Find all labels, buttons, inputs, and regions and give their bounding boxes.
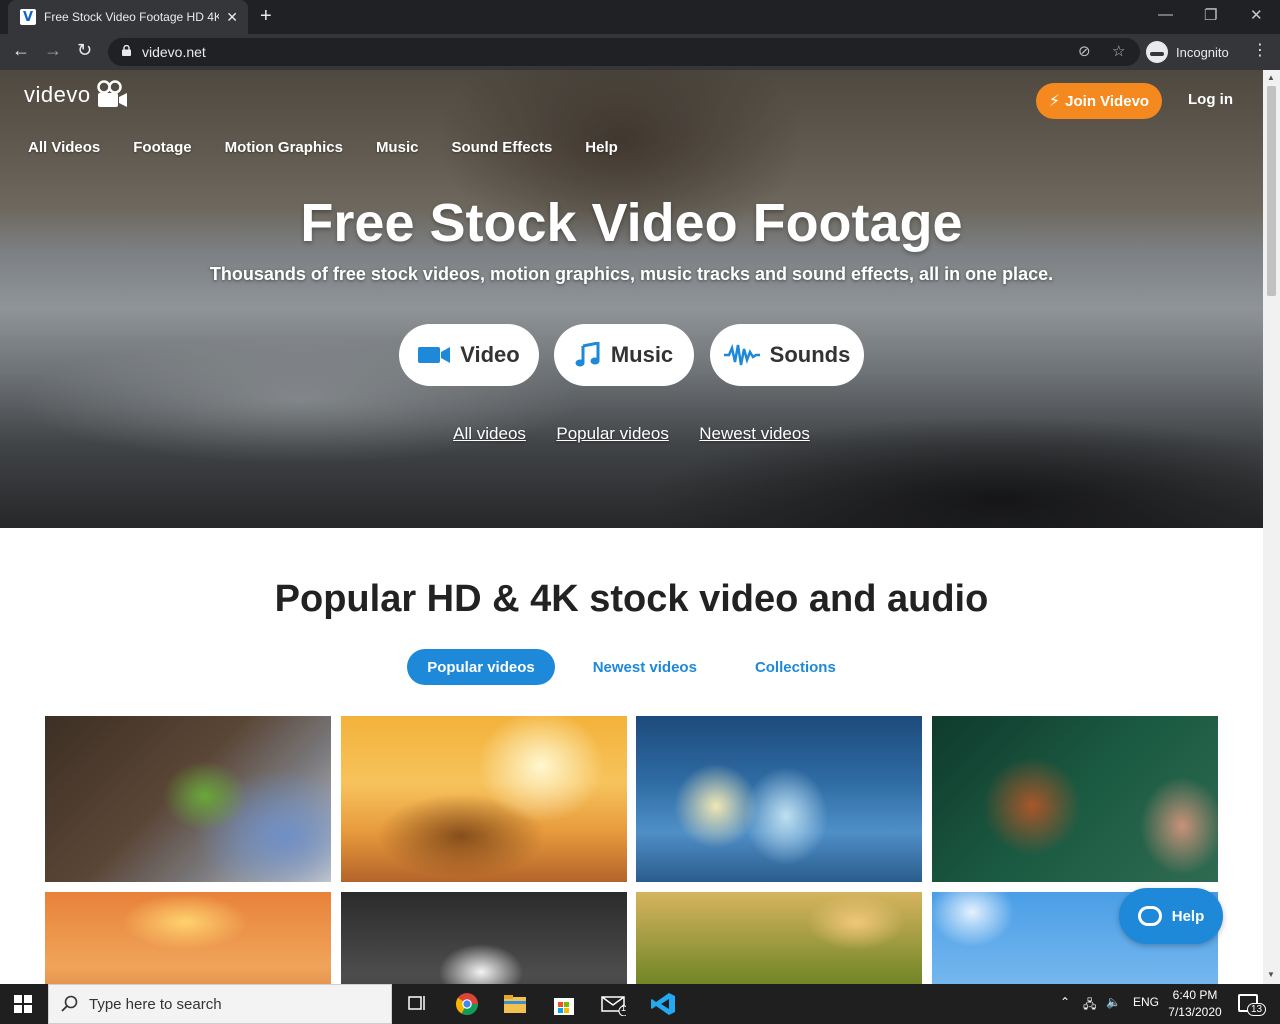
reload-icon[interactable]: ↻ [77,40,92,61]
notification-count: 13 [1247,1003,1267,1016]
page-viewport: videvo ⚡ Join Videvo Log in All Videos F… [0,70,1263,984]
video-category-label: Video [460,342,520,367]
popular-videos-link[interactable]: Popular videos [556,424,668,443]
volume-icon[interactable]: 🔈 [1106,995,1121,1009]
incognito-indicator[interactable]: Incognito [1146,40,1229,64]
windows-taskbar: Type here to search 1 ⌃ 🖧 🔈 ENG 6:40 PM … [0,984,1280,1024]
video-thumbnail-planting[interactable] [45,716,331,882]
tab-collections[interactable]: Collections [735,649,856,685]
video-thumbnail-tunnel[interactable] [341,892,627,984]
clock-time: 6:40 PM [1172,988,1218,1002]
lock-icon [122,45,131,56]
incognito-icon [1146,41,1168,63]
videvo-favicon-icon: V [20,9,36,25]
video-thumbnail-wine-pour[interactable] [636,892,922,984]
nav-item-help[interactable]: Help [585,139,618,156]
music-category-button[interactable]: Music [554,324,694,386]
search-icon [61,995,78,1012]
browser-toolbar: ← → ↻ videvo.net ⊘ ☆ Incognito ⋮ [0,34,1280,70]
taskbar-search-box[interactable]: Type here to search [48,984,392,1024]
video-category-button[interactable]: Video [399,324,539,386]
forward-icon[interactable]: → [44,40,62,61]
nav-item-motion-graphics[interactable]: Motion Graphics [225,139,343,156]
tab-popular-videos[interactable]: Popular videos [407,649,555,685]
browser-tab[interactable]: V Free Stock Video Footage HD 4K ✕ [8,0,248,34]
hero-links: All videos Popular videos Newest videos [0,424,1263,444]
join-videvo-button[interactable]: ⚡ Join Videvo [1036,83,1162,119]
scroll-thumb[interactable] [1267,86,1276,296]
scroll-down-icon[interactable]: ▼ [1267,970,1275,979]
logo-text: videvo [24,82,91,107]
scroll-up-icon[interactable]: ▲ [1267,73,1275,82]
sounds-category-button[interactable]: Sounds [710,324,864,386]
language-indicator[interactable]: ENG [1133,995,1159,1009]
video-thumbnail-stones-sunset[interactable] [45,892,331,984]
chrome-icon[interactable] [454,992,480,1016]
mail-badge: 1 [621,1003,627,1013]
page-scrollbar[interactable]: ▲ ▼ [1263,70,1280,984]
section-title: Popular HD & 4K stock video and audio [274,578,989,620]
microsoft-store-icon[interactable] [551,992,577,1016]
network-icon[interactable]: 🖧 [1083,995,1096,1016]
main-nav: All Videos Footage Motion Graphics Music… [28,139,651,156]
url-text: videvo.net [142,44,206,60]
camera-logo-icon [96,80,127,107]
sounds-category-label: Sounds [769,342,851,367]
close-window-icon[interactable]: ✕ [1250,6,1263,24]
new-tab-icon[interactable]: + [260,5,272,28]
videvo-logo[interactable]: videvo [24,80,129,110]
all-videos-link[interactable]: All videos [453,424,526,443]
task-view-icon[interactable] [404,992,430,1016]
login-link[interactable]: Log in [1188,91,1233,108]
tab-close-icon[interactable]: ✕ [226,9,238,26]
hero-title: Free Stock Video Footage [300,193,963,253]
incognito-label: Incognito [1176,44,1229,60]
music-note-icon [575,342,600,367]
vscode-icon[interactable] [650,992,676,1016]
taskbar-clock[interactable]: 6:40 PM 7/13/2020 [1166,987,1224,1021]
restore-icon[interactable]: ❐ [1204,6,1217,24]
join-label: Join Videvo [1065,92,1150,110]
music-category-label: Music [610,342,674,367]
back-icon[interactable]: ← [12,40,30,61]
video-thumbnail-cowboys[interactable] [341,716,627,882]
search-placeholder: Type here to search [89,995,222,1013]
help-chat-button[interactable]: Help [1119,888,1223,944]
help-chat-label: Help [1171,907,1205,925]
hero-subtitle: Thousands of free stock videos, motion g… [209,264,1054,284]
waveform-icon [723,343,760,366]
file-explorer-icon[interactable] [502,992,528,1016]
video-tabs: Popular videos Newest videos Collections [0,649,1263,685]
nav-item-music[interactable]: Music [376,139,419,156]
tracking-blocked-icon[interactable]: ⊘ [1078,42,1091,60]
browser-menu-icon[interactable]: ⋮ [1252,40,1268,60]
video-camera-icon [418,347,451,363]
video-thumbnail-dog[interactable] [932,716,1218,882]
lightning-icon: ⚡ [1048,93,1061,110]
nav-item-footage[interactable]: Footage [133,139,191,156]
clock-date: 7/13/2020 [1168,1005,1222,1019]
bookmark-star-icon[interactable]: ☆ [1112,42,1125,60]
nav-item-sound-effects[interactable]: Sound Effects [451,139,552,156]
browser-tab-bar: V Free Stock Video Footage HD 4K ✕ + — ❐… [0,0,1280,34]
video-thumbnail-surgeons[interactable] [636,716,922,882]
minimize-icon[interactable]: — [1158,6,1173,23]
hero-banner: videvo ⚡ Join Videvo Log in All Videos F… [0,70,1263,528]
nav-item-all-videos[interactable]: All Videos [28,139,100,156]
tray-expand-icon[interactable]: ⌃ [1060,995,1070,1009]
windows-start-icon[interactable] [14,995,32,1013]
chat-bubble-icon [1137,906,1162,926]
address-bar[interactable]: videvo.net ⊘ ☆ [108,38,1140,66]
newest-videos-link[interactable]: Newest videos [699,424,810,443]
tab-title: Free Stock Video Footage HD 4K [44,10,219,24]
tab-newest-videos[interactable]: Newest videos [573,649,717,685]
